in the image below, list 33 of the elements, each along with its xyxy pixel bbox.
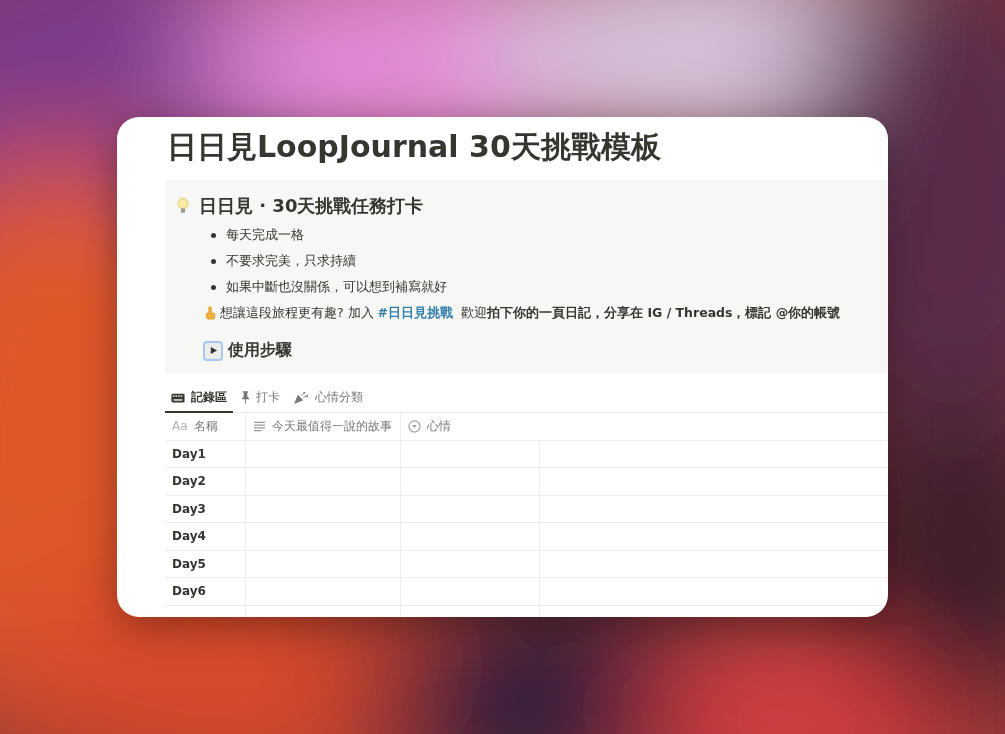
bullet-icon [211, 258, 216, 264]
bullet-text: 如果中斷也沒關係，可以想到補寫就好 [226, 278, 447, 296]
dropdown-circle-icon [408, 419, 421, 433]
row-name[interactable]: Day2 [172, 474, 206, 489]
bullet-icon [211, 232, 216, 238]
pushpin-icon [241, 391, 250, 404]
view-tab[interactable]: 打卡 [235, 383, 286, 413]
row-name[interactable]: Day1 [172, 446, 206, 461]
column-header[interactable]: Aa 名稱 [165, 413, 245, 440]
toggle-label: 使用步驟 [228, 340, 292, 361]
keyboard-icon [171, 392, 185, 403]
row-name[interactable]: Day4 [172, 529, 206, 544]
row-name[interactable]: Day5 [172, 556, 206, 571]
toggle-button[interactable] [203, 340, 223, 361]
text-type-icon: Aa [172, 419, 188, 434]
bullet-icon [211, 284, 216, 290]
callout-heading: 日日見 · 30天挑戰任務打卡 [199, 194, 424, 218]
view-tab[interactable]: 記錄區 [165, 383, 233, 413]
pointing-hand-icon [205, 306, 216, 320]
lines-icon [253, 420, 266, 432]
column-header[interactable]: 心情 [400, 413, 539, 440]
view-tab[interactable]: 心情分類 [288, 383, 369, 413]
row-name[interactable]: Day3 [172, 501, 206, 516]
party-popper-icon [294, 391, 309, 404]
hashtag-link[interactable]: #日日見挑戰 [377, 305, 454, 320]
note-text: 想讓這段旅程更有趣? 加入 #日日見挑戰 歡迎拍下你的一頁日記，分享在 IG / Threads，標記 @你的帳號 [220, 304, 841, 322]
lightbulb-icon [177, 197, 189, 215]
triangle-icon [208, 346, 218, 355]
bullet-text: 每天完成一格 [226, 226, 304, 244]
row-name[interactable]: Day6 [172, 584, 206, 599]
bullet-text: 不要求完美，只求持續 [226, 252, 356, 270]
column-header[interactable]: 今天最值得一說的故事 [245, 413, 400, 440]
page-title: 日日見LoopJournal 30天挑戰模板 [167, 129, 662, 165]
